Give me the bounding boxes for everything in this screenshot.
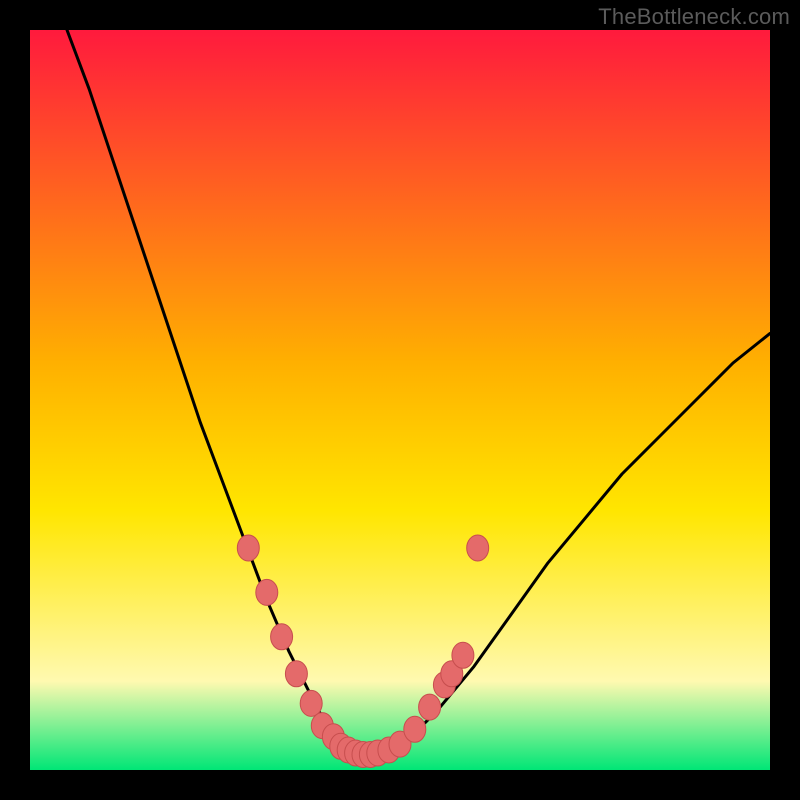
highlighted-point xyxy=(285,661,307,687)
highlighted-point xyxy=(404,716,426,742)
gradient-background xyxy=(30,30,770,770)
highlighted-point xyxy=(271,624,293,650)
highlighted-point xyxy=(467,535,489,561)
highlighted-point xyxy=(256,579,278,605)
chart-outer-frame: TheBottleneck.com xyxy=(0,0,800,800)
highlighted-point xyxy=(419,694,441,720)
highlighted-point xyxy=(237,535,259,561)
highlighted-point xyxy=(300,690,322,716)
chart-svg xyxy=(30,30,770,770)
plot-area xyxy=(30,30,770,770)
highlighted-point xyxy=(452,642,474,668)
attribution-watermark: TheBottleneck.com xyxy=(598,4,790,30)
